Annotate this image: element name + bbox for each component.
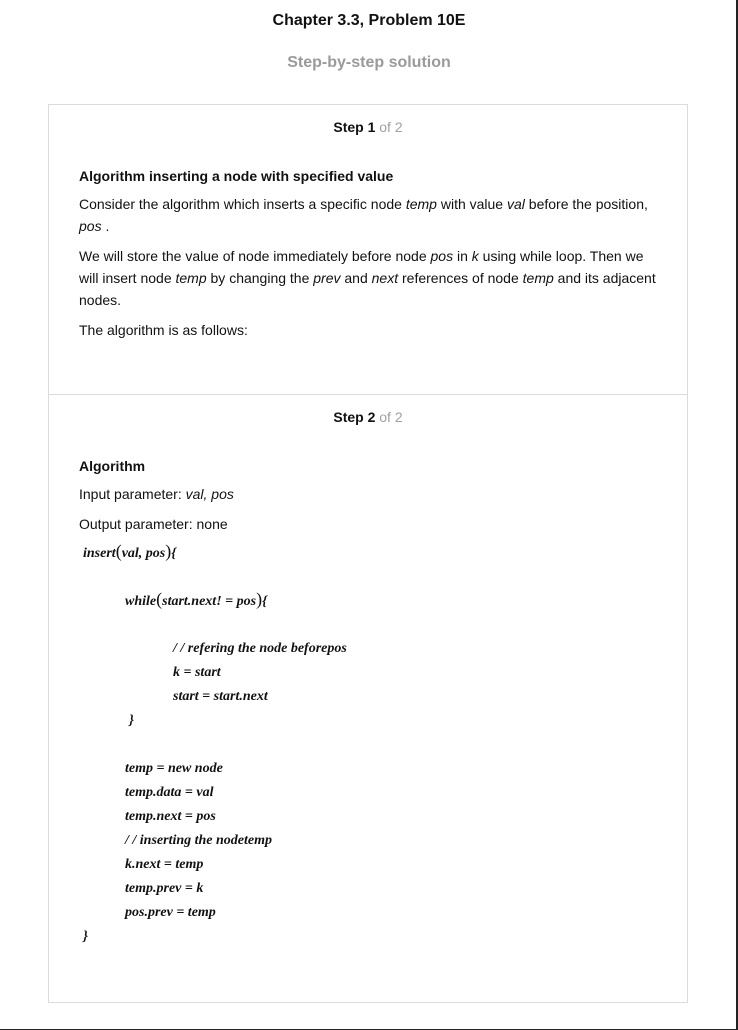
- step-1-content: Algorithm inserting a node with specifie…: [79, 165, 657, 349]
- code-line-k-next: k.next = temp: [125, 857, 204, 872]
- code-line-while: while(start.next! = pos){: [125, 589, 267, 609]
- code-line-start-next: start = start.next: [173, 689, 268, 704]
- code-line-close-insert: }: [83, 929, 88, 944]
- code-line-k-start: k = start: [173, 665, 221, 680]
- step-1-paragraph-3: The algorithm is as follows:: [79, 322, 248, 338]
- code-line-insert: insert(val, pos){: [83, 541, 177, 561]
- step-2-content: Algorithm Input parameter: val, pos Outp…: [79, 455, 657, 543]
- page-subtitle: Step-by-step solution: [287, 54, 451, 71]
- step-1-paragraph-2: We will store the value of node immediat…: [79, 248, 656, 308]
- step-1-card: Step 1 of 2 Algorithm inserting a node w…: [48, 104, 688, 395]
- step-2-heading: Algorithm: [79, 458, 146, 474]
- code-line-temp-next: temp.next = pos: [125, 809, 216, 824]
- code-line-comment-refering: / / refering the node beforepos: [173, 641, 347, 656]
- step-2-of: of 2: [375, 409, 403, 425]
- code-line-comment-inserting: / / inserting the nodetemp: [125, 833, 273, 848]
- step-2-card: Step 2 of 2 Algorithm Input parameter: v…: [48, 394, 688, 1003]
- step-1-heading: Algorithm inserting a node with specifie…: [79, 168, 394, 184]
- step-2-label: Step 2: [333, 409, 376, 425]
- input-parameter: Input parameter: val, pos: [79, 486, 234, 502]
- step-1-paragraph-1: Consider the algorithm which inserts a s…: [79, 196, 648, 234]
- code-line-close-while: }: [129, 713, 134, 728]
- code-line-temp-prev: temp.prev = k: [125, 881, 204, 896]
- step-1-label: Step 1: [333, 119, 376, 135]
- page-title: Chapter 3.3, Problem 10E: [272, 12, 466, 29]
- step-1-of: of 2: [375, 119, 403, 135]
- step-2-header: Step 2 of 2: [49, 409, 687, 425]
- output-parameter: Output parameter: none: [79, 516, 228, 532]
- code-line-temp-new: temp = new node: [125, 761, 223, 776]
- code-line-temp-data: temp.data = val: [125, 785, 214, 800]
- step-1-header: Step 1 of 2: [49, 119, 687, 135]
- code-line-pos-prev: pos.prev = temp: [125, 905, 216, 920]
